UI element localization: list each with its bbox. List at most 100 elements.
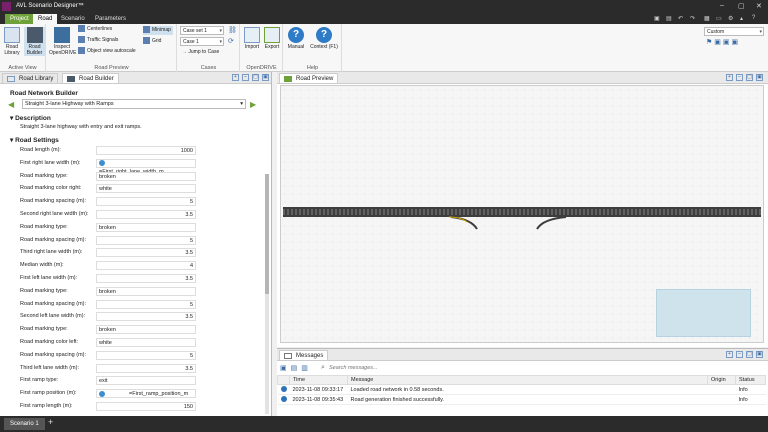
centerlines-toggle[interactable]: Centerlines [78,25,112,34]
save-icon[interactable]: ▣ [654,15,660,22]
template-dropdown[interactable]: Straight 3-lane Highway with Ramps ▾ [22,99,246,109]
road-builder-button[interactable]: Road Builder [24,27,45,56]
tab-road-preview[interactable]: Road Preview [279,73,339,83]
field-input[interactable]: 5 [96,350,196,360]
minimize-panel-button[interactable]: – [736,351,743,358]
layout-icon[interactable]: ▦ [704,15,710,22]
tab-project[interactable]: Project [5,14,34,24]
add-panel-button[interactable]: + [726,74,733,81]
restore-panel-button[interactable]: ▢ [746,74,753,81]
road-settings-header[interactable]: ▾ Road Settings [10,136,59,144]
forward-arrow-icon[interactable]: ▶ [250,100,256,109]
import-button[interactable]: Import [243,27,261,50]
minimize-panel-button[interactable]: – [242,74,249,81]
tab-road[interactable]: Road [33,14,58,24]
column-header-status[interactable]: Status [735,375,766,385]
column-header-message[interactable]: Message [347,375,708,385]
library-icon [7,76,15,82]
field-input[interactable]: broken [96,171,196,181]
layout-tools-icon[interactable]: ⚑▣▣▣ [706,38,740,46]
scenario-tab[interactable]: Scenario 1 [4,418,45,430]
case-set-dropdown[interactable]: Case set 1 ▾ [180,26,224,35]
field-input[interactable]: 3.5 [96,248,196,258]
layout-dropdown[interactable]: Custom ▾ [704,27,764,36]
tab-scenario[interactable]: Scenario [56,14,90,24]
field-input[interactable]: =First_ramp_position_m [96,389,196,399]
help-icon[interactable]: ? [752,15,755,21]
field-input[interactable]: white [96,338,196,347]
context-help-button[interactable]: ? Context (F1) [308,27,340,50]
field-input[interactable]: white [96,184,196,194]
restore-panel-button[interactable]: ▢ [746,351,753,358]
table-row[interactable]: 2023-11-08 09:35:43 Road generation fini… [277,394,766,405]
maximize-panel-button[interactable]: ▣ [262,74,269,81]
field-input[interactable]: 3.5 [96,274,196,283]
tab-road-builder[interactable]: Road Builder [62,73,119,83]
minimap[interactable] [656,289,751,337]
tab-parameters[interactable]: Parameters [90,14,131,24]
field-value: 3.5 [185,212,193,218]
field-input[interactable]: 4 [96,261,196,271]
refresh-icon[interactable]: ⟳ [228,37,234,45]
object-view-autoscale-toggle[interactable]: Object view autoscale [78,47,136,56]
settings-icon[interactable]: ⚙ [728,15,733,22]
open-icon[interactable]: ▤ [666,15,672,22]
export-button[interactable]: Export [263,27,281,50]
restore-panel-button[interactable]: ▢ [252,74,259,81]
field-input[interactable]: 3.5 [96,312,196,322]
search-input[interactable] [329,363,489,372]
maximize-panel-button[interactable]: ▣ [756,351,763,358]
message-status: Info [735,394,766,405]
scrollbar[interactable] [265,174,269,414]
minimap-toggle[interactable]: Minimap [143,26,173,35]
add-panel-button[interactable]: + [232,74,239,81]
field-input[interactable]: 3.5 [96,210,196,219]
field-input[interactable]: 5 [96,299,196,309]
add-scenario-button[interactable]: + [48,417,53,427]
maximize-button[interactable]: ▢ [738,2,745,10]
left-panel-tabbar: Road Library Road Builder + – ▢ ▣ [0,72,271,84]
icon-column-header [277,375,290,385]
field-input[interactable]: exit [96,376,196,386]
description-header[interactable]: ▾ Description [10,114,51,122]
tab-messages[interactable]: Messages [279,350,329,360]
tab-road-library[interactable]: Road Library [2,73,59,83]
jump-to-case-button[interactable]: → Jump to Case [182,48,219,57]
ribbon-collapse-icon[interactable]: ▴ [740,15,743,22]
messages-icon [284,353,292,359]
back-arrow-icon[interactable]: ◀ [8,100,14,109]
grid-toggle[interactable]: Grid [143,37,161,46]
window-icon[interactable]: ▭ [716,15,722,22]
manual-button[interactable]: ? Manual [286,27,306,50]
close-button[interactable]: ✕ [756,2,762,10]
manual-icon: ? [288,27,304,43]
maximize-panel-button[interactable]: ▣ [756,74,763,81]
field-input[interactable]: broken [96,325,196,335]
field-input[interactable]: 3.5 [96,363,196,373]
add-panel-button[interactable]: + [726,351,733,358]
field-input[interactable]: =First_right_lane_width_m [96,158,196,175]
undo-icon[interactable]: ↶ [678,15,683,22]
field-input[interactable]: 5 [96,235,196,245]
field-input[interactable]: broken [96,222,196,232]
column-header-time[interactable]: Time [289,375,348,385]
message-toolbar-icons[interactable]: ▣▤▥ [280,364,312,372]
preview-tabbar: Road Preview + – ▢ ▣ [277,72,768,84]
redo-icon[interactable]: ↷ [690,15,695,22]
traffic-signals-toggle[interactable]: Traffic Signals [78,36,118,45]
field-input[interactable]: 1000 [96,146,196,155]
case-dropdown[interactable]: Case 1 ▾ [180,37,224,46]
minimize-button[interactable]: – [720,2,724,9]
field-value: 1000 [180,148,193,154]
minimize-panel-button[interactable]: – [736,74,743,81]
field-input[interactable]: broken [96,286,196,296]
scrollbar-thumb[interactable] [265,174,269,294]
road-preview-canvas[interactable] [280,85,764,343]
table-row[interactable]: 2023-11-08 09:33:17 Loaded road network … [277,384,766,395]
field-input[interactable]: 5 [96,197,196,207]
link-icon[interactable]: ⛓ [228,26,237,34]
inspect-opendrive-button[interactable]: Inspect OpenDRIVE [49,27,77,56]
column-header-origin[interactable]: Origin [707,375,736,385]
road-library-button[interactable]: Road Library [2,27,22,56]
field-input[interactable]: 150 [96,402,196,411]
